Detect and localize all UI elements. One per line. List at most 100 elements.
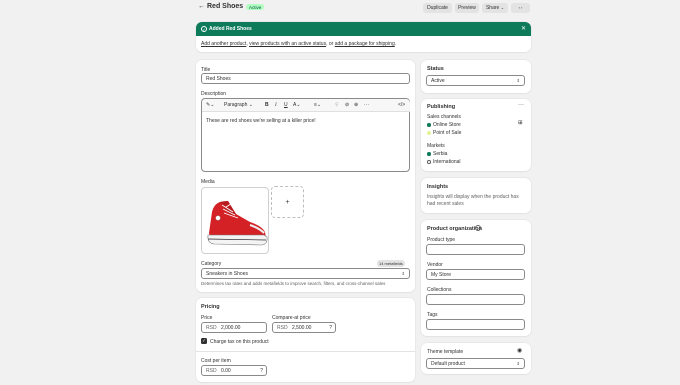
add-media-plus: + bbox=[285, 199, 290, 206]
publishing-title: Publishing bbox=[427, 104, 456, 110]
bold-icon[interactable]: B bbox=[265, 102, 269, 109]
more-nav-button[interactable]: ‹ › bbox=[511, 3, 530, 13]
select-arrows-icon: ⇕ bbox=[516, 78, 520, 83]
embed-icon[interactable]: ⊘ bbox=[345, 102, 349, 109]
status-select[interactable]: Active ⇕ bbox=[426, 75, 525, 86]
duplicate-button[interactable]: Duplicate bbox=[423, 3, 452, 13]
banner-title: Added Red Shoes bbox=[209, 26, 252, 32]
banner-end: . bbox=[394, 41, 397, 47]
status-title: Status bbox=[427, 66, 444, 72]
channel-online-store: Online Store bbox=[433, 122, 461, 128]
product-image[interactable] bbox=[201, 187, 269, 254]
preview-button[interactable]: Preview bbox=[455, 3, 479, 13]
link-icon[interactable]: ⚲ bbox=[335, 102, 339, 109]
theme-template-value: Default product bbox=[431, 361, 465, 367]
product-organization-card: Product organization i Product type Vend… bbox=[421, 220, 531, 336]
more-icon[interactable]: ··· bbox=[364, 102, 369, 109]
cost-input[interactable]: RSD 0.00 ? bbox=[201, 365, 267, 376]
check-circle-icon: ✓ bbox=[201, 25, 207, 32]
price-input[interactable]: RSD 2,000.00 bbox=[201, 322, 267, 333]
italic-icon[interactable]: I bbox=[275, 102, 277, 109]
compare-currency: RSD bbox=[277, 325, 288, 331]
charge-tax-checkbox[interactable]: ✓ bbox=[201, 338, 207, 344]
vendor-input[interactable]: My Store bbox=[426, 269, 525, 280]
sales-channels-label: Sales channels bbox=[427, 114, 461, 120]
paragraph-label: Paragraph bbox=[224, 102, 248, 108]
category-help: Determines tax rates and adds metafields… bbox=[201, 281, 386, 286]
close-icon[interactable]: ✕ bbox=[521, 25, 526, 32]
markets-label: Markets bbox=[427, 143, 445, 149]
eye-icon[interactable]: ◉ bbox=[517, 347, 522, 354]
metafields-badge[interactable]: 14 metafields bbox=[377, 260, 405, 267]
compare-at-label: Compare-at price bbox=[272, 315, 311, 321]
banner-sep2: , or bbox=[326, 41, 335, 47]
description-editor: ✎⌄ Paragraph ⌄ B I U A⌄ ≡⌄ ⚲ ⊘ ⊕ ··· </>… bbox=[201, 98, 410, 172]
price-currency: RSD bbox=[206, 325, 217, 331]
help-icon[interactable]: ? bbox=[329, 323, 332, 332]
price-label: Price bbox=[201, 315, 213, 321]
market-international: International bbox=[433, 159, 461, 165]
back-arrow-icon[interactable]: ← bbox=[198, 3, 205, 10]
theme-template-select[interactable]: Default product ⇕ bbox=[426, 358, 525, 369]
chevron-icon: ‹ › bbox=[518, 5, 523, 10]
vendor-label: Vendor bbox=[427, 262, 443, 268]
compare-at-input[interactable]: RSD 2,500.00 ? bbox=[272, 322, 336, 333]
product-details-card: Title Red Shoes Description ✎⌄ Paragraph… bbox=[196, 60, 415, 292]
ai-magic-icon[interactable]: ✎⌄ bbox=[206, 102, 214, 109]
category-select[interactable]: Sneakers in Shoes ⇕ bbox=[201, 268, 410, 279]
insights-text: Insights will display when the product h… bbox=[427, 194, 519, 207]
status-value: Active bbox=[431, 78, 445, 84]
add-another-product-link[interactable]: Add another product bbox=[201, 41, 246, 47]
pricing-divider bbox=[196, 351, 415, 352]
add-media-button[interactable]: + bbox=[271, 186, 304, 218]
cost-label: Cost per item bbox=[201, 358, 231, 364]
align-icon[interactable]: ≡⌄ bbox=[314, 102, 321, 109]
charge-tax-label: Charge tax on this product bbox=[210, 339, 269, 345]
tags-input[interactable] bbox=[426, 319, 525, 330]
compare-value: 2,500.00 bbox=[291, 325, 312, 331]
channels-calendar-icon[interactable]: ⊞ bbox=[518, 120, 523, 126]
code-icon[interactable]: </> bbox=[398, 102, 405, 109]
page-title: Red Shoes bbox=[207, 3, 244, 10]
paragraph-select[interactable]: Paragraph ⌄ bbox=[224, 102, 253, 109]
tags-label: Tags bbox=[427, 312, 438, 318]
share-button[interactable]: Share ⌄ bbox=[482, 3, 508, 13]
select-arrows-icon: ⇕ bbox=[401, 271, 405, 276]
more-options-icon[interactable]: ··· bbox=[518, 102, 524, 108]
collections-input[interactable] bbox=[426, 294, 525, 305]
help-icon[interactable]: ? bbox=[260, 366, 263, 375]
insights-card: Insights Insights will display when the … bbox=[421, 178, 531, 213]
add-package-link[interactable]: add a package for shipping bbox=[335, 41, 395, 47]
title-input[interactable]: Red Shoes bbox=[201, 73, 410, 84]
online-store-status-dot bbox=[427, 123, 431, 127]
select-arrows-icon: ⇕ bbox=[516, 361, 520, 366]
organization-title: Product organization bbox=[427, 226, 482, 232]
price-value: 2,000.00 bbox=[220, 325, 241, 331]
product-type-input[interactable] bbox=[426, 244, 525, 255]
image-icon[interactable]: ⊕ bbox=[354, 102, 358, 109]
product-type-label: Product type bbox=[427, 237, 456, 243]
insights-title: Insights bbox=[427, 184, 449, 190]
status-card: Status Active ⇕ bbox=[421, 60, 531, 93]
pos-status-dot bbox=[427, 131, 431, 135]
sneaker-image bbox=[207, 201, 268, 246]
pricing-card: Pricing Price RSD 2,000.00 Compare-at pr… bbox=[196, 298, 415, 382]
category-value: Sneakers in Shoes bbox=[206, 271, 248, 277]
serbia-status-dot bbox=[427, 152, 431, 156]
description-text[interactable]: These are red shoes we're selling at a k… bbox=[206, 118, 316, 124]
status-badge: Active bbox=[246, 4, 265, 10]
description-label: Description bbox=[201, 91, 227, 97]
success-banner: ✓ Added Red Shoes ✕ Add another product,… bbox=[196, 22, 531, 52]
chevron-down-icon: ⌄ bbox=[500, 5, 505, 10]
international-status-dot bbox=[427, 160, 431, 164]
underline-icon[interactable]: U bbox=[284, 102, 288, 109]
channel-point-of-sale: Point of Sale bbox=[433, 130, 462, 136]
cost-currency: RSD bbox=[206, 368, 217, 374]
theme-template-card: Theme template ◉ Default product ⇕ bbox=[421, 343, 531, 374]
text-color-icon[interactable]: A⌄ bbox=[293, 102, 301, 109]
cost-value: 0.00 bbox=[220, 368, 231, 374]
info-icon[interactable]: i bbox=[475, 225, 481, 231]
pricing-title: Pricing bbox=[201, 304, 220, 310]
view-active-products-link[interactable]: view products with an active status bbox=[249, 41, 326, 47]
market-serbia: Serbia bbox=[433, 151, 448, 157]
